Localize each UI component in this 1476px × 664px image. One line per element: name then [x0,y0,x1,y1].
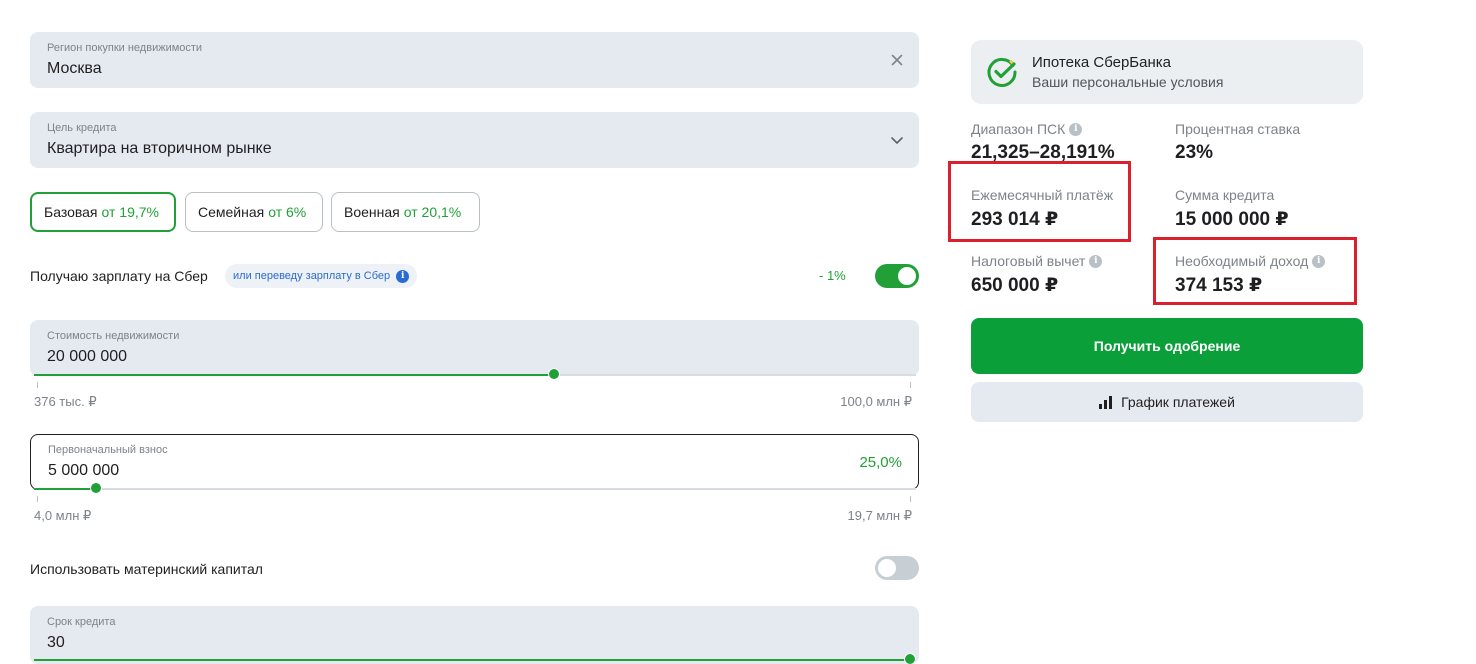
goal-select[interactable]: Цель кредита Квартира на вторичном рынке [30,112,919,168]
goal-label: Цель кредита [47,122,117,134]
property-max-label: 100,0 млн ₽ [840,394,912,409]
program-chip-family[interactable]: Семейная от 6% [185,192,323,232]
down-payment-field[interactable]: Первоначальный взнос 5 000 000 25,0% [30,434,919,490]
slider-tick [910,496,911,502]
property-cost-value: 20 000 000 [47,348,128,365]
sber-logo-icon [986,56,1018,88]
offer-card: Ипотека СберБанка Ваши персональные усло… [971,40,1363,104]
program-name: Семейная [198,204,265,220]
program-rate: от 19,7% [101,204,159,220]
salary-label: Получаю зарплату на Сбер [30,268,208,284]
metric-label: Налоговый вычет [971,253,1086,269]
program-chip-military[interactable]: Военная от 20,1% [331,192,480,232]
chevron-down-icon[interactable] [889,132,905,148]
term-slider-thumb[interactable] [904,653,916,664]
term-label: Срок кредита [47,616,116,628]
offer-title: Ипотека СберБанка [1032,54,1172,71]
property-slider-thumb[interactable] [548,368,560,380]
program-name: Военная [344,204,400,220]
region-value: Москва [47,60,102,77]
metric-value: 23% [1175,142,1214,163]
down-payment-percent: 25,0% [859,454,902,471]
program-chip-base[interactable]: Базовая от 19,7% [30,192,176,232]
info-icon[interactable]: i [1089,254,1103,268]
down-min-label: 4,0 млн ₽ [34,508,92,523]
close-icon[interactable] [889,52,905,68]
info-icon[interactable]: i [396,269,410,283]
region-label: Регион покупки недвижимости [47,42,203,54]
get-approval-button[interactable]: Получить одобрение [971,318,1363,374]
program-name: Базовая [44,204,98,220]
property-slider-fill [34,374,554,376]
down-slider-track[interactable] [34,488,916,490]
term-field[interactable]: Срок кредита 30 [30,606,919,664]
salary-pill-text: или переведу зарплату в Сбер [233,270,391,282]
payment-schedule-button[interactable]: График платежей [971,382,1363,422]
term-value: 30 [47,634,65,651]
goal-value: Квартира на вторичном рынке [47,140,272,157]
get-approval-label: Получить одобрение [1093,338,1241,354]
payment-schedule-label: График платежей [1121,394,1235,410]
highlight-box-income [1153,237,1357,305]
toggle-knob [898,267,916,285]
bar-chart-icon [1099,395,1113,409]
metric-label: Процентная ставка [1175,121,1301,137]
matcap-toggle[interactable] [875,556,919,580]
info-icon[interactable]: i [1069,122,1083,136]
metric-label: Сумма кредита [1175,187,1275,203]
highlight-box-monthly [948,161,1131,242]
down-max-label: 19,7 млн ₽ [847,508,913,523]
slider-tick [37,496,38,502]
region-field[interactable]: Регион покупки недвижимости Москва [30,32,919,88]
offer-subtitle: Ваши персональные условия [1032,74,1224,90]
toggle-knob [878,559,896,577]
metric-value: 650 000 ₽ [971,275,1059,296]
term-slider-fill [34,659,916,661]
metric-value: 15 000 000 ₽ [1175,209,1289,230]
property-cost-field[interactable]: Стоимость недвижимости 20 000 000 [30,320,919,376]
property-min-label: 376 тыс. ₽ [34,394,97,409]
program-rate: от 6% [268,204,307,220]
slider-tick [37,382,38,388]
salary-discount: - 1% [819,268,846,283]
salary-transfer-pill[interactable]: или переведу зарплату в Сбер i [225,264,418,288]
slider-tick [910,382,911,388]
down-slider-thumb[interactable] [90,482,102,494]
metric-label: Диапазон ПСК [971,121,1066,137]
down-slider-fill [34,488,96,490]
salary-toggle[interactable] [875,264,919,288]
matcap-label: Использовать материнский капитал [30,561,263,577]
down-payment-value[interactable]: 5 000 000 [48,462,119,480]
property-cost-label: Стоимость недвижимости [47,330,180,342]
program-rate: от 20,1% [403,204,462,220]
down-payment-label: Первоначальный взнос [48,444,168,456]
